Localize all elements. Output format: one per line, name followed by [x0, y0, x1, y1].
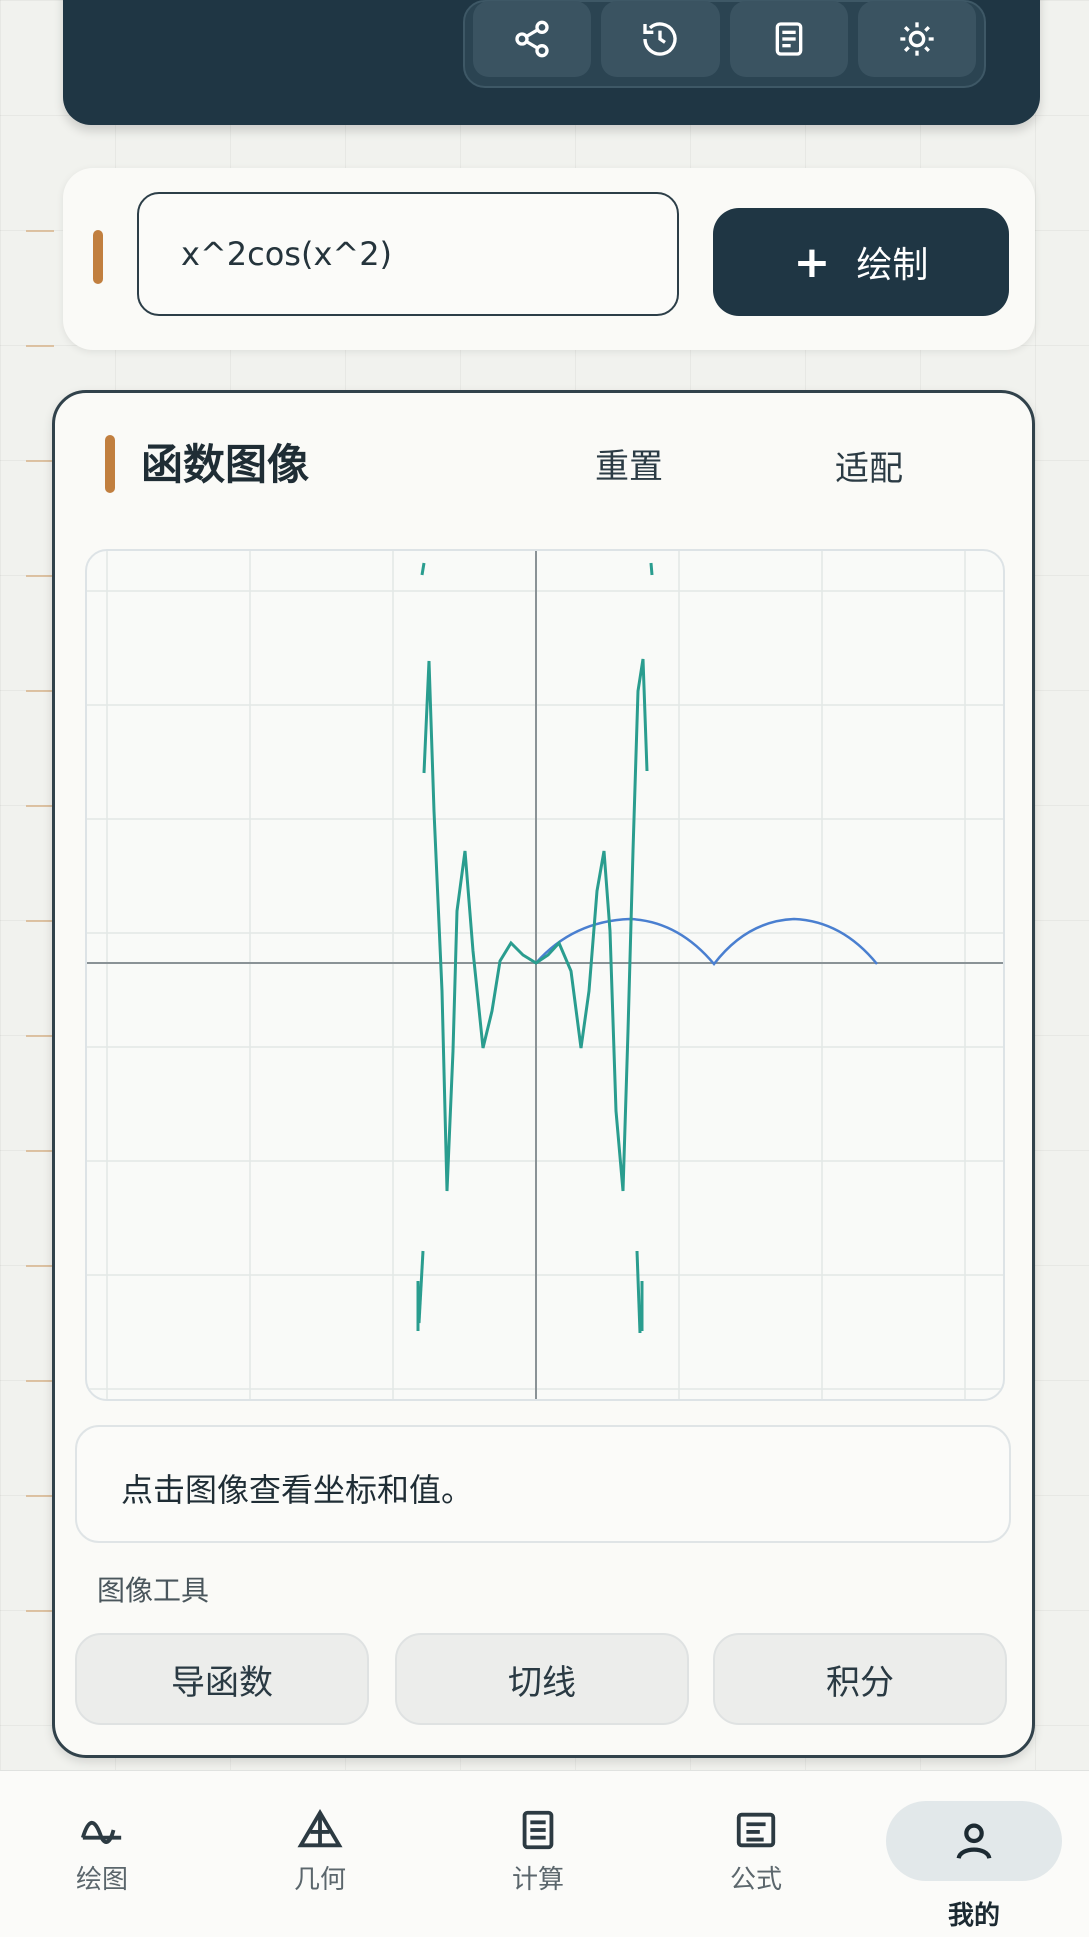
expression-card: + 绘制	[63, 168, 1035, 350]
function-plot[interactable]	[87, 551, 1003, 1399]
plot-button[interactable]: + 绘制	[713, 208, 1009, 316]
nav-label: 我的	[947, 1901, 1000, 1931]
nav-label: 公式	[729, 1864, 782, 1895]
nav-item-geometry[interactable]: 几何	[232, 1791, 408, 1911]
notes-button[interactable]	[729, 1, 848, 77]
plot-button-label: 绘制	[856, 245, 929, 286]
nav-label: 绘图	[75, 1864, 128, 1895]
grid-lines	[87, 551, 1003, 1399]
tools-label: 图像工具	[97, 1574, 210, 1607]
nav-item-graph[interactable]: 绘图	[14, 1791, 190, 1911]
reset-button[interactable]: 重置	[595, 439, 663, 488]
secondary-curve	[535, 917, 878, 966]
nav-label: 计算	[511, 1864, 564, 1895]
plot-canvas[interactable]	[85, 549, 1005, 1401]
nav-label: 几何	[293, 1864, 346, 1895]
calculator-icon	[522, 1810, 554, 1849]
integral-button[interactable]: 积分	[713, 1633, 1007, 1725]
share-button[interactable]	[473, 1, 592, 77]
plus-icon: +	[793, 236, 831, 288]
app-header	[63, 0, 1040, 125]
formula-icon	[736, 1812, 776, 1847]
nav-item-profile[interactable]: 我的	[886, 1801, 1062, 1931]
info-panel: 点击图像查看坐标和值。	[75, 1425, 1011, 1543]
document-icon	[775, 22, 802, 56]
info-text: 点击图像查看坐标和值。	[121, 1471, 474, 1509]
graph-icon	[80, 1820, 122, 1844]
graph-card: 函数图像 重置 适配 点击图像查看坐标和值。 图像工具 导函数 切线 积分	[52, 390, 1035, 1758]
bottom-nav: 绘图 几何 计算 公式 我的	[0, 1770, 1089, 1937]
geometry-icon	[297, 1808, 343, 1847]
user-icon	[956, 1823, 992, 1860]
header-toolbar	[463, 0, 986, 88]
history-button[interactable]	[601, 1, 720, 77]
derivative-button[interactable]: 导函数	[75, 1633, 369, 1725]
nav-item-formula[interactable]: 公式	[668, 1791, 844, 1911]
tangent-button[interactable]: 切线	[395, 1633, 689, 1725]
theme-button[interactable]	[857, 1, 976, 77]
expression-input[interactable]	[137, 192, 679, 316]
fit-button[interactable]: 适配	[835, 441, 903, 490]
accent-bar	[93, 230, 103, 284]
card-title: 函数图像	[141, 440, 310, 489]
share-icon	[515, 20, 549, 58]
nav-item-calculate[interactable]: 计算	[450, 1791, 626, 1911]
brightness-icon	[900, 22, 934, 56]
history-icon	[643, 22, 678, 56]
accent-bar	[105, 435, 115, 493]
